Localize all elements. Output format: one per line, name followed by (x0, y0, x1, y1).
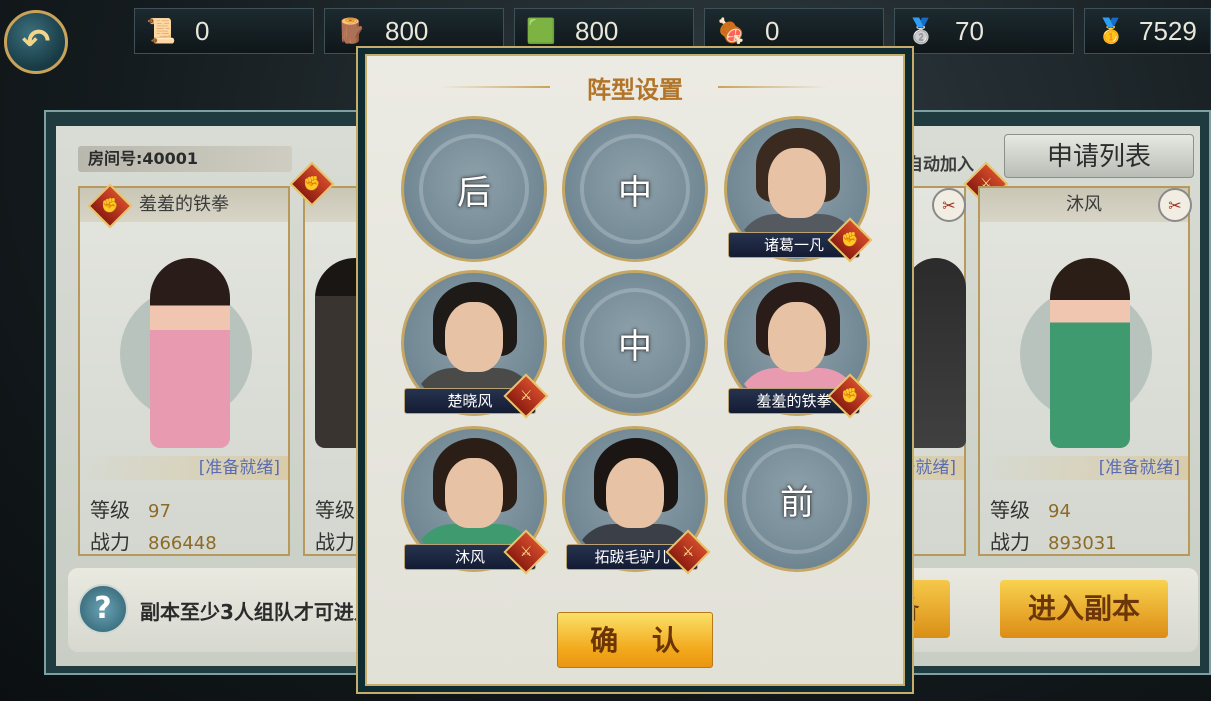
confirm-button[interactable]: 确 认 (557, 612, 713, 668)
slot-position-label: 后 (457, 172, 491, 213)
slot-position-label: 前 (780, 482, 814, 523)
slot-position-label: 中 (618, 172, 652, 213)
formation-slot-middle[interactable]: 中 (562, 116, 708, 262)
formation-slot-middle[interactable]: 中 (562, 270, 708, 416)
sword-icon: ⚔ (519, 388, 533, 404)
fist-icon: ✊ (841, 388, 859, 404)
sword-icon: ⚔ (681, 544, 695, 560)
sword-icon: ⚔ (519, 544, 533, 560)
slot-position-label: 中 (618, 326, 652, 367)
dialog-title: 阵型设置 (587, 76, 683, 104)
formation-slot-back[interactable]: 后 (401, 116, 547, 262)
formation-slot-front[interactable]: 前 (724, 426, 870, 572)
fist-icon: ✊ (841, 232, 859, 248)
